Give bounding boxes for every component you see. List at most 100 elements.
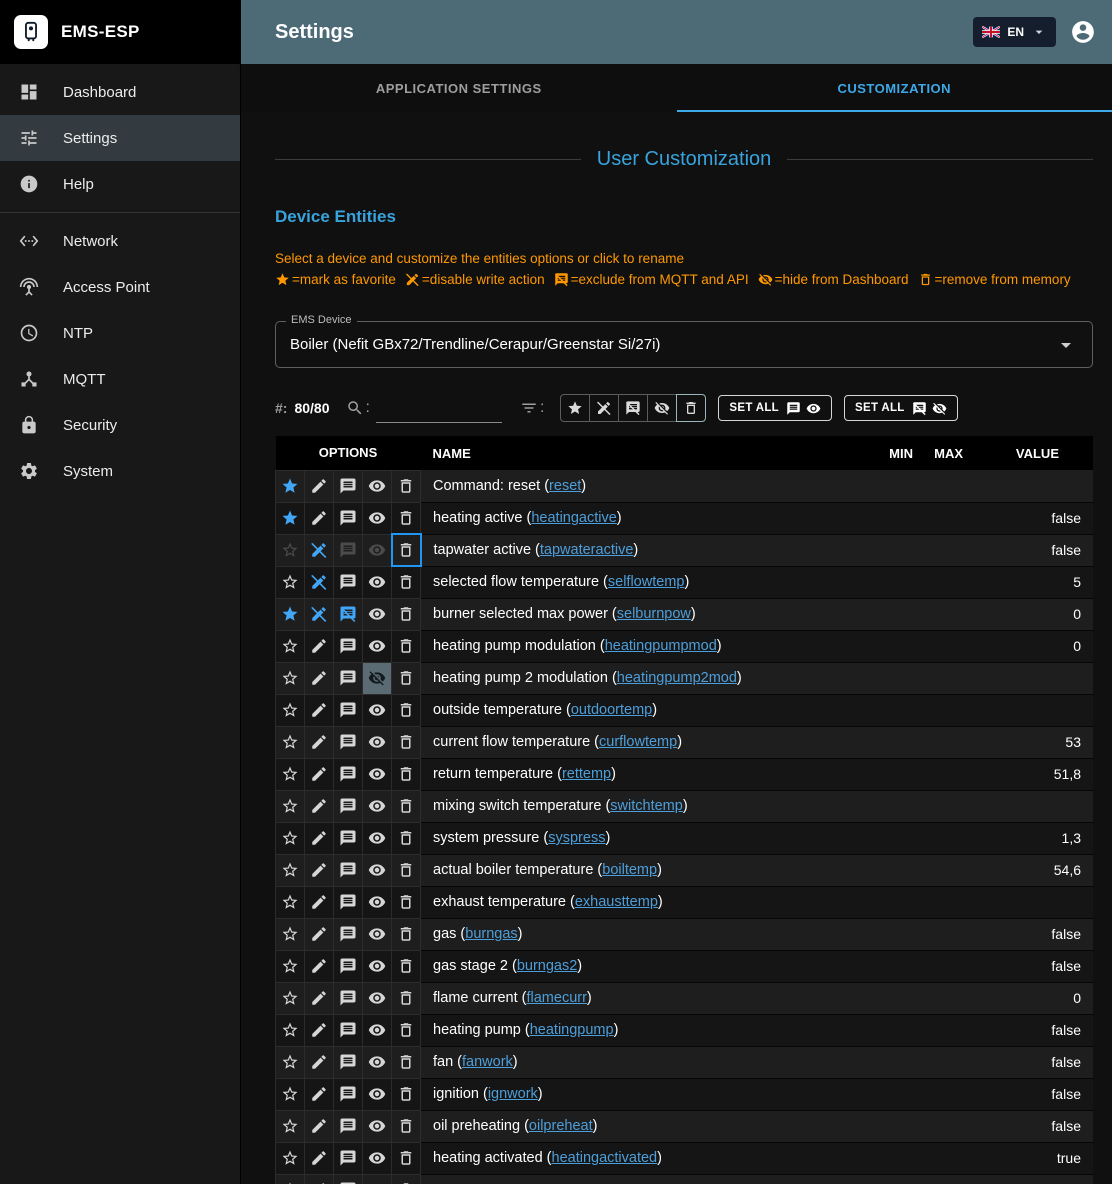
del-toggle[interactable] [392,1046,421,1078]
entity-shortname-link[interactable]: selflowtemp [608,574,685,590]
trash-filter-toggle[interactable] [676,394,706,422]
hide-toggle[interactable] [363,694,392,726]
fav-toggle[interactable] [276,502,305,534]
fav-toggle[interactable] [276,758,305,790]
write-toggle[interactable] [305,950,334,982]
entity-shortname-link[interactable]: heatingpump2mod [617,670,737,686]
hide-toggle[interactable] [363,726,392,758]
entity-shortname-link[interactable]: burngas2 [517,958,577,974]
fav-toggle[interactable] [276,886,305,918]
write-toggle[interactable] [305,1110,334,1142]
excl-toggle[interactable] [334,982,363,1014]
entity-name[interactable]: heating pump modulation (heatingpumpmod) [421,630,867,662]
sidebar-item-system[interactable]: System [0,448,240,494]
fav-toggle[interactable] [276,662,305,694]
del-toggle[interactable] [392,726,421,758]
entity-name[interactable]: heating pump (heatingpump) [421,1014,867,1046]
hide-toggle[interactable] [363,1110,392,1142]
sidebar-item-access-point[interactable]: Access Point [0,264,240,310]
excl-toggle[interactable] [334,1110,363,1142]
entity-shortname-link[interactable]: burngas [465,926,517,942]
write-toggle[interactable] [305,854,334,886]
excl-toggle[interactable] [334,470,363,502]
excl-toggle[interactable] [334,1078,363,1110]
del-toggle[interactable] [392,1110,421,1142]
tab-customization[interactable]: CUSTOMIZATION [677,64,1112,112]
fav-toggle[interactable] [276,1014,305,1046]
excl-toggle[interactable] [334,1014,363,1046]
del-toggle[interactable] [392,854,421,886]
entity-name[interactable]: fan (fanwork) [421,1046,867,1078]
sidebar-item-settings[interactable]: Settings [0,115,240,161]
entity-shortname-link[interactable]: reset [549,478,581,494]
entity-name[interactable]: ignition (ignwork) [421,1078,867,1110]
tab-application-settings[interactable]: APPLICATION SETTINGS [241,64,677,112]
excl-toggle[interactable] [334,630,363,662]
excl-toggle[interactable] [334,822,363,854]
write-toggle[interactable] [305,502,334,534]
del-toggle[interactable] [392,1174,421,1184]
write-toggle[interactable] [305,790,334,822]
set-all-hidden-button[interactable]: SET ALL [844,395,958,421]
fav-toggle[interactable] [276,566,305,598]
fav-toggle[interactable] [276,1046,305,1078]
fav-toggle[interactable] [276,1174,305,1184]
del-toggle[interactable] [392,950,421,982]
ems-device-select[interactable]: EMS Device Boiler (Nefit GBx72/Trendline… [275,321,1093,368]
entity-shortname-link[interactable]: ignwork [488,1086,538,1102]
entity-shortname-link[interactable]: oilpreheat [529,1118,593,1134]
hide-toggle[interactable] [363,1014,392,1046]
del-toggle[interactable] [392,790,421,822]
del-toggle[interactable] [392,1014,421,1046]
entity-name[interactable]: gas (burngas) [421,918,867,950]
sidebar-item-dashboard[interactable]: Dashboard [0,69,240,115]
excl-toggle[interactable] [334,950,363,982]
del-toggle[interactable] [392,758,421,790]
del-toggle[interactable] [392,470,421,502]
write-toggle[interactable] [305,694,334,726]
hide-toggle[interactable] [363,630,392,662]
excl-toggle[interactable] [334,854,363,886]
fav-toggle[interactable] [276,534,305,566]
excl-toggle[interactable] [334,1142,363,1174]
entity-shortname-link[interactable]: selburnpow [617,606,691,622]
sidebar-item-ntp[interactable]: NTP [0,310,240,356]
write-toggle[interactable] [305,598,334,630]
hide-toggle[interactable] [363,886,392,918]
sidebar-item-network[interactable]: Network [0,218,240,264]
hide-toggle[interactable] [363,1174,392,1184]
excl-toggle[interactable] [334,1174,363,1184]
entity-name[interactable]: current flow temperature (curflowtemp) [421,726,867,758]
star-filter-toggle[interactable] [560,394,590,422]
edit-off-filter-toggle[interactable] [589,394,619,422]
del-toggle[interactable] [392,1078,421,1110]
comment-off-filter-toggle[interactable] [618,394,648,422]
excl-toggle[interactable] [334,566,363,598]
fav-toggle[interactable] [276,950,305,982]
excl-toggle[interactable] [334,662,363,694]
hide-toggle[interactable] [363,1046,392,1078]
entity-shortname-link[interactable]: tapwateractive [540,542,634,558]
write-toggle[interactable] [305,1078,334,1110]
fav-toggle[interactable] [276,470,305,502]
entity-name[interactable]: return temperature (rettemp) [421,758,867,790]
del-toggle[interactable] [392,918,421,950]
excl-toggle[interactable] [334,534,363,566]
entity-shortname-link[interactable]: heatingactivated [552,1150,658,1166]
fav-toggle[interactable] [276,854,305,886]
write-toggle[interactable] [305,534,334,566]
entity-shortname-link[interactable]: flamecurr [526,990,586,1006]
write-toggle[interactable] [305,662,334,694]
hide-toggle[interactable] [363,470,392,502]
entity-name[interactable]: mixing switch temperature (switchtemp) [421,790,867,822]
entity-shortname-link[interactable]: syspress [548,830,605,846]
fav-toggle[interactable] [276,1078,305,1110]
entity-shortname-link[interactable]: heatingpumpmod [605,638,717,654]
entity-shortname-link[interactable]: fanwork [462,1054,513,1070]
entity-name[interactable]: oil preheating (oilpreheat) [421,1110,867,1142]
excl-toggle[interactable] [334,694,363,726]
write-toggle[interactable] [305,1142,334,1174]
del-toggle[interactable] [392,694,421,726]
write-toggle[interactable] [305,918,334,950]
sidebar-item-mqtt[interactable]: MQTT [0,356,240,402]
